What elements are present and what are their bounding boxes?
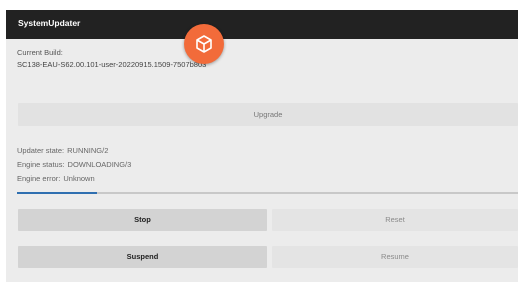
engine-status-row: Engine status: DOWNLOADING/3 — [17, 160, 131, 169]
resume-button[interactable]: Resume — [272, 246, 518, 268]
stop-button[interactable]: Stop — [18, 209, 267, 231]
current-build-value: SC138-EAU-S62.00.101-user-20220915.1509-… — [17, 60, 207, 69]
download-progress-fill — [17, 192, 98, 194]
app-screen: SystemUpdater Current Build: SC138-EAU-S… — [6, 10, 518, 282]
updater-state-row: Updater state: RUNNING/2 — [17, 146, 108, 155]
package-cube-icon — [196, 35, 212, 53]
engine-status-value: DOWNLOADING/3 — [67, 160, 132, 169]
title-bar: SystemUpdater — [6, 10, 518, 39]
updater-state-value: RUNNING/2 — [67, 146, 109, 155]
engine-error-label: Engine error: — [17, 174, 61, 183]
app-title: SystemUpdater — [18, 18, 81, 28]
floating-action-button[interactable] — [184, 24, 224, 64]
engine-error-value: Unknown — [63, 174, 95, 183]
suspend-button[interactable]: Suspend — [18, 246, 267, 268]
engine-error-row: Engine error: Unknown — [17, 174, 95, 183]
engine-status-label: Engine status: — [17, 160, 65, 169]
reset-button[interactable]: Reset — [272, 209, 518, 231]
upgrade-button[interactable]: Upgrade — [18, 103, 518, 126]
current-build-label: Current Build: — [17, 48, 63, 57]
updater-state-label: Updater state: — [17, 146, 65, 155]
download-progress-bar — [17, 192, 518, 194]
